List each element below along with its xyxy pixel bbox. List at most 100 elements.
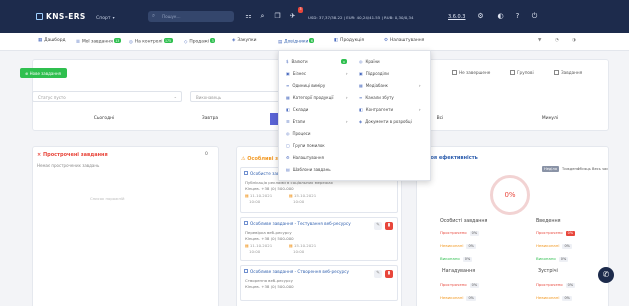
today-button[interactable]: Сьогодні	[40, 113, 168, 125]
checkbox-unfinished[interactable]: Не завершене	[452, 70, 490, 75]
personal-tasks-header: Особисті завдання	[440, 219, 488, 224]
chevron-down-icon: ▾	[112, 15, 115, 20]
eff-row-done: Виконано 0%	[440, 256, 473, 262]
menu-item-contractors[interactable]: ◧ Контрагенти	[359, 107, 393, 112]
error-icon: ▢	[286, 143, 290, 148]
menu-item-sales-channels[interactable]: ≡ Канали збуту	[359, 95, 394, 100]
efficiency-circle: 0%	[490, 175, 530, 215]
menu-item-task-templates[interactable]: ▤ Шаблони завдань	[286, 167, 331, 172]
eff-value: 0%	[562, 243, 572, 249]
nav-item-settings[interactable]: ⚙ Налаштування	[384, 38, 424, 43]
checkbox-box	[452, 70, 457, 75]
logo-icon	[36, 13, 43, 20]
delete-icon[interactable]: ▮	[385, 270, 393, 278]
menu-item-processes[interactable]: ◎ Процеси	[286, 131, 310, 136]
new-task-button[interactable]: ⊕ Нове завдання	[20, 68, 67, 78]
warehouse-icon: ◧	[286, 107, 290, 112]
help-icon[interactable]: ?	[513, 12, 522, 21]
menu-item-business[interactable]: ▣ Бізнес	[286, 71, 306, 76]
task-start-date: ▦ 11.10.2021	[245, 243, 273, 248]
edit-icon[interactable]: ✎	[374, 222, 382, 230]
eff-value: 0%	[469, 230, 480, 236]
menu-item-countries[interactable]: ◎ Країни	[359, 59, 380, 64]
past-button[interactable]: Минулі	[520, 113, 580, 125]
task-checkbox[interactable]	[244, 171, 248, 175]
delete-icon[interactable]: ▮	[385, 222, 393, 230]
tag-icon: ◇	[184, 39, 188, 45]
menu-item-documents-dev[interactable]: ◈ Документи в розробці	[359, 119, 412, 124]
nav-badge: 175	[163, 38, 173, 43]
version-link[interactable]: 3.6.0.3	[448, 14, 466, 20]
nav-item-directories[interactable]: ▤ Довідники 6	[278, 38, 315, 45]
eff-row-overdue: Прострочено 0%	[536, 230, 576, 236]
template-icon: ▤	[286, 167, 290, 172]
app-logo[interactable]: KNS-ERS	[36, 12, 86, 21]
gear-icon: ⚙	[384, 38, 388, 43]
task-card[interactable]: Особливе завдання - Створення веб-ресурс…	[240, 265, 398, 301]
menu-item-stages[interactable]: ☰ Етапи	[286, 119, 305, 124]
tab-all-time[interactable]: Весь час	[590, 166, 610, 172]
nav-item-dashboard[interactable]: ▦ Дашборд	[38, 38, 66, 43]
all-label[interactable]: Всі	[430, 113, 450, 125]
checkbox-tasks[interactable]: Завдання	[554, 70, 582, 75]
box-icon: ◧	[334, 38, 339, 43]
checkbox-group[interactable]: Групові	[510, 70, 534, 75]
cart-icon[interactable]: ✈ 3	[288, 7, 303, 21]
stages-icon: ☰	[286, 119, 290, 124]
company-selector[interactable]: Спорт ▾	[96, 15, 115, 21]
menu-item-units[interactable]: ≡ Одиниці виміру	[286, 83, 325, 88]
department-icon: ▣	[359, 71, 363, 76]
nav-item-purchases[interactable]: ◈ Закупки	[232, 38, 257, 43]
overdue-empty: Список порожній	[90, 196, 125, 201]
menu-item-departments[interactable]: ▣ Підрозділи	[359, 71, 389, 76]
ruler-icon: ≡	[286, 83, 290, 88]
main-nav: ▦ Дашборд ☰ Мої завдання 13 ◎ На контролі 175…	[0, 33, 629, 51]
contractor-icon: ◧	[359, 107, 363, 112]
menu-item-product-categories[interactable]: ▦ Категорії продукції	[286, 95, 334, 100]
dashboard-icon: ▦	[38, 38, 43, 43]
menu-item-currencies[interactable]: $ Валюти	[286, 59, 308, 64]
task-card[interactable]: Особливе завдання - Тестування веб-ресур…	[240, 217, 398, 261]
tab-day[interactable]: Неділя	[542, 166, 559, 172]
clock-icon[interactable]: ◔	[555, 38, 559, 43]
gear-icon: ⚙	[286, 155, 290, 160]
nav-item-sales[interactable]: ◇ Продажі 3	[184, 38, 216, 45]
task-end-time: 10:00	[293, 199, 305, 204]
tomorrow-button[interactable]: Завтра	[150, 113, 270, 125]
menu-item-warehouses[interactable]: ◧ Склади	[286, 107, 308, 112]
eff-row-overdue: Прострочено 0%	[440, 282, 480, 288]
grid-icon[interactable]: ⚏	[244, 12, 253, 21]
nav-item-my-tasks[interactable]: ☰ Мої завдання 13	[76, 38, 121, 45]
chevron-right-icon: ›	[346, 71, 348, 76]
search-input[interactable]: ⌕ Пошук...	[148, 11, 234, 22]
box-icon[interactable]: ❐	[273, 12, 282, 21]
menu-item-error-groups[interactable]: ▢ Групи помилок	[286, 143, 325, 148]
status-select[interactable]: Статус пусто ⌄	[32, 91, 182, 102]
filter-icon[interactable]: ▼	[538, 38, 541, 43]
list-icon: ☰	[76, 39, 80, 45]
eff-value: 0%	[558, 256, 569, 262]
directories-dropdown: $ Валюти 0 ▣ Бізнес › ≡ Одиниці виміру ▦ Кат…	[278, 50, 431, 181]
menu-item-media-bank[interactable]: ▦ Медіабанк	[359, 83, 388, 88]
gear-icon[interactable]: ⚙	[476, 12, 485, 21]
nav-item-products[interactable]: ◧ Продукція	[334, 38, 364, 43]
eff-value: 0%	[565, 230, 576, 236]
chevron-right-icon: ›	[419, 83, 421, 88]
briefcase-icon: ▣	[286, 71, 290, 76]
assignee-select[interactable]: Виконавець	[190, 91, 282, 102]
eff-row-done: Виконано 0%	[536, 256, 569, 262]
chat-icon[interactable]: ✆	[598, 267, 614, 283]
task-title[interactable]: Особливе завдання - Створення веб-ресурс…	[250, 269, 349, 274]
logout-icon[interactable]: ⏻	[530, 12, 539, 21]
task-title[interactable]: Особливе завдання - Тестування веб-ресур…	[250, 221, 351, 226]
eff-value: 0%	[466, 295, 476, 301]
user-icon[interactable]: ◑	[572, 38, 576, 43]
menu-item-settings[interactable]: ⚙ Налаштування	[286, 155, 324, 160]
eff-row-pending: Невиконані 0%	[536, 243, 572, 249]
task-checkbox[interactable]	[244, 269, 248, 273]
edit-icon[interactable]: ✎	[374, 270, 382, 278]
nav-item-control[interactable]: ◎ На контролі 175	[129, 38, 173, 45]
task-checkbox[interactable]	[244, 221, 248, 225]
moon-icon[interactable]: ◐	[496, 12, 505, 21]
search-icon[interactable]: ⌕	[258, 12, 267, 21]
